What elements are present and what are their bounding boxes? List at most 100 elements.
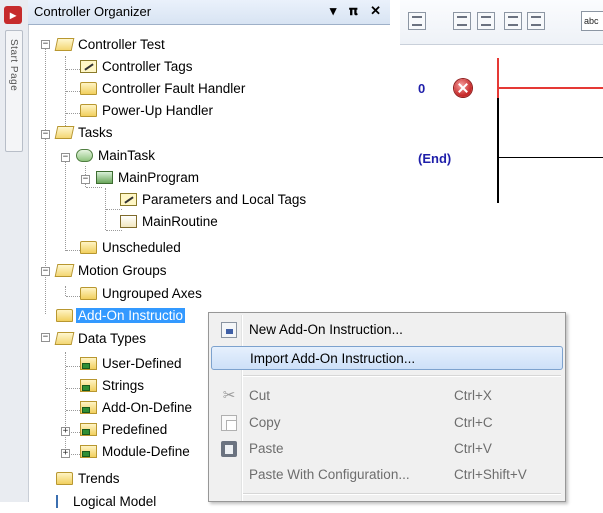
data-types-expander[interactable]: − — [41, 333, 50, 342]
new-addon-icon — [221, 322, 237, 338]
tree-item-label: MainRoutine — [142, 214, 218, 230]
rung-0-line[interactable] — [498, 87, 603, 89]
tree-item-strings[interactable]: Strings — [80, 375, 146, 397]
organizer-title: Controller Organizer — [34, 4, 152, 19]
menu-item-label: Paste With Configuration... — [249, 467, 410, 482]
end-rung-line — [498, 157, 603, 158]
tree-item-module-defined[interactable]: Module-Define — [80, 441, 192, 463]
tree-item-label: Add-On-Define — [102, 400, 193, 416]
tree-item-logical-model[interactable]: Logical Model — [56, 491, 158, 513]
tree-item-add-on-defined[interactable]: Add-On-Define — [80, 397, 194, 419]
tree-item-label: Controller Test — [78, 37, 165, 53]
tree-item-mainroutine[interactable]: MainRoutine — [120, 211, 220, 233]
paste-icon — [221, 441, 237, 457]
menu-item-new-add-on[interactable]: New Add-On Instruction... — [211, 318, 563, 342]
menu-item-paste-with-config[interactable]: Paste With Configuration... Ctrl+Shift+V — [211, 463, 563, 487]
menu-item-label: Cut — [249, 388, 271, 403]
datatype-folder-icon — [80, 356, 97, 370]
tree-item-trends[interactable]: Trends — [56, 468, 122, 490]
tree-item-add-on-instructions[interactable]: Add-On Instructio — [56, 305, 186, 327]
tasks-expander[interactable]: − — [41, 130, 50, 139]
tree-item-label: Parameters and Local Tags — [142, 192, 307, 208]
organizer-window-controls[interactable]: ▾ 𝛑 ✕ — [330, 3, 386, 19]
tree-item-tasks[interactable]: Tasks — [54, 122, 115, 144]
tree-item-label: Data Types — [78, 331, 147, 347]
tree-connector — [65, 286, 66, 296]
datatype-folder-icon — [80, 444, 97, 458]
rslogix-app-icon[interactable]: ▸ — [4, 6, 22, 24]
menu-item-import-add-on[interactable]: Import Add-On Instruction... — [211, 346, 563, 370]
task-icon — [76, 148, 93, 162]
instruction-field[interactable]: abc — [581, 11, 603, 31]
menu-item-shortcut: Ctrl+X — [454, 388, 492, 403]
folder-icon — [56, 308, 73, 322]
tree-item-mainprogram[interactable]: MainProgram — [96, 167, 201, 189]
logical-model-icon — [56, 494, 68, 508]
start-page-tab-label: Start Page — [8, 39, 19, 92]
menu-item-label: Paste — [249, 441, 284, 456]
menu-item-label: Import Add-On Instruction... — [250, 351, 416, 366]
error-icon — [454, 79, 472, 97]
end-rung-label: (End) — [418, 151, 452, 166]
tree-item-label: Unscheduled — [102, 240, 181, 256]
start-page-tab[interactable]: Start Page — [5, 30, 23, 152]
tree-item-label: Predefined — [102, 422, 168, 438]
tree-item-controller[interactable]: Controller Test — [54, 34, 167, 56]
tree-item-label: Controller Tags — [102, 59, 193, 75]
tree-item-user-defined[interactable]: User-Defined — [80, 353, 184, 375]
menu-separator — [243, 375, 561, 377]
menu-item-label: New Add-On Instruction... — [249, 322, 403, 337]
tree-item-motion-groups[interactable]: Motion Groups — [54, 260, 169, 282]
branch-level-icon[interactable] — [477, 12, 495, 30]
folder-open-icon — [54, 37, 75, 51]
menu-item-cut[interactable]: ✂ Cut Ctrl+X — [211, 384, 563, 408]
datatype-folder-icon — [80, 378, 97, 392]
tree-item-label: Add-On Instructio — [76, 308, 186, 324]
folder-icon — [80, 103, 97, 117]
tree-item-label: Motion Groups — [78, 263, 167, 279]
folder-icon — [80, 81, 97, 95]
folder-open-icon — [54, 331, 75, 345]
menu-item-shortcut: Ctrl+V — [454, 441, 492, 456]
tree-item-fault-handler[interactable]: Controller Fault Handler — [80, 78, 247, 100]
left-dock-strip: ▸ Start Page — [0, 0, 29, 502]
tree-item-data-types[interactable]: Data Types — [54, 328, 148, 350]
rung-number: 0 — [418, 81, 426, 96]
tree-item-controller-tags[interactable]: Controller Tags — [80, 56, 195, 78]
tree-item-label: Power-Up Handler — [102, 103, 214, 119]
menu-separator — [243, 493, 561, 495]
motion-groups-expander[interactable]: − — [41, 267, 50, 276]
tree-connector — [65, 352, 66, 458]
maintask-expander[interactable]: − — [61, 153, 70, 162]
program-icon — [96, 170, 113, 184]
tree-item-label: MainProgram — [118, 170, 200, 186]
mainprogram-expander[interactable]: − — [81, 175, 90, 184]
menu-item-copy[interactable]: Copy Ctrl+C — [211, 411, 563, 435]
controller-expander[interactable]: − — [41, 40, 50, 49]
cut-icon: ✂ — [222, 387, 236, 404]
error-rail-segment — [497, 58, 499, 98]
folder-icon — [80, 286, 97, 300]
organizer-header: Controller Organizer ▾ 𝛑 ✕ — [28, 0, 390, 25]
predefined-expander[interactable]: + — [61, 427, 70, 436]
tag-icon — [120, 192, 137, 206]
tree-item-predefined[interactable]: Predefined — [80, 419, 169, 441]
tree-item-maintask[interactable]: MainTask — [76, 145, 157, 167]
tree-item-ungrouped-axes[interactable]: Ungrouped Axes — [80, 283, 204, 305]
rung-icon[interactable] — [408, 12, 426, 30]
branch-icon[interactable] — [453, 12, 471, 30]
tree-item-powerup-handler[interactable]: Power-Up Handler — [80, 100, 215, 122]
context-menu: New Add-On Instruction... Import Add-On … — [208, 312, 566, 502]
tree-item-parameters[interactable]: Parameters and Local Tags — [120, 189, 308, 211]
xio-icon[interactable] — [527, 12, 545, 30]
tag-icon — [80, 59, 97, 73]
module-defined-expander[interactable]: + — [61, 449, 70, 458]
routine-icon — [120, 214, 137, 228]
ladder-toolbar: abc — [400, 0, 603, 45]
tree-item-unscheduled[interactable]: Unscheduled — [80, 237, 183, 259]
menu-item-paste[interactable]: Paste Ctrl+V — [211, 437, 563, 461]
tree-item-label: Tasks — [78, 125, 113, 141]
xic-icon[interactable] — [504, 12, 522, 30]
folder-open-icon — [54, 263, 75, 277]
tree-item-label: Module-Define — [102, 444, 190, 460]
